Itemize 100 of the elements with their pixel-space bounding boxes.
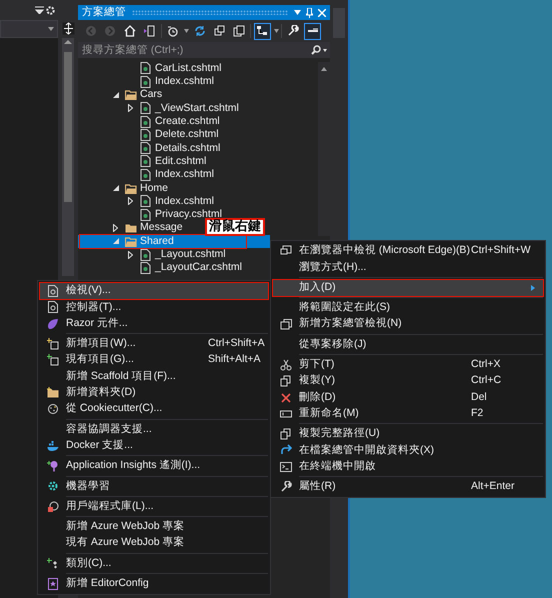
- tree-item[interactable]: CarList.cshtml: [78, 62, 222, 76]
- tree-item[interactable]: Delete.cshtml: [78, 128, 219, 142]
- menu-item[interactable]: 加入(D): [273, 280, 543, 296]
- wrench-icon: [280, 481, 292, 493]
- dropdown-icon[interactable]: [294, 10, 300, 15]
- expanded-icon[interactable]: [112, 185, 118, 192]
- tree-item[interactable]: Index.cshtml: [78, 194, 214, 208]
- existing-item-icon: [47, 354, 59, 366]
- search-field[interactable]: 搜尋方案總管 (Ctrl+;): [78, 42, 330, 58]
- menu-item[interactable]: 刪除(D) Del: [273, 389, 543, 406]
- collapse-icon: [214, 25, 226, 37]
- home-icon: [124, 25, 136, 37]
- menu-item[interactable]: 重新命名(M) F2: [273, 406, 543, 422]
- scrollbar[interactable]: [318, 62, 330, 236]
- forward-icon: [104, 25, 116, 37]
- file-icon: [140, 195, 151, 208]
- menu-item[interactable]: Docker 支援...: [40, 438, 268, 454]
- file-icon: [140, 142, 151, 154]
- settings-icon[interactable]: [46, 6, 56, 14]
- collapsed-icon[interactable]: [113, 224, 118, 232]
- tree-view-button[interactable]: [254, 22, 271, 40]
- collapsed-icon[interactable]: [128, 250, 133, 259]
- menu-item[interactable]: 複製完整路徑(U): [273, 426, 543, 442]
- tree-item[interactable]: Index.cshtml: [78, 75, 214, 88]
- scroll-thumb[interactable]: [64, 52, 72, 202]
- file-icon: [140, 102, 151, 114]
- preview-button[interactable]: [304, 22, 322, 40]
- terminal-icon: [280, 460, 292, 473]
- menu-item[interactable]: 類別(C)...: [40, 555, 268, 572]
- menu-item[interactable]: 容器協調器支援...: [40, 421, 268, 438]
- file-icon: [47, 285, 59, 298]
- menu-item[interactable]: 現有 Azure WebJob 專案: [40, 535, 268, 552]
- scroll-up-icon[interactable]: [62, 38, 74, 46]
- tree-item[interactable]: Home: [78, 181, 168, 195]
- menu-item[interactable]: 機器學習: [40, 478, 268, 495]
- tree-item[interactable]: Details.cshtml: [78, 142, 220, 155]
- menu-item[interactable]: 新增 Azure WebJob 專案: [40, 518, 268, 536]
- tree-item[interactable]: _ViewStart.cshtml: [78, 102, 239, 115]
- copy-icon: [280, 428, 292, 440]
- file-icon: [140, 262, 151, 274]
- menu-item[interactable]: 剪下(T) Ctrl+X: [273, 356, 543, 374]
- dropdown-field[interactable]: [0, 20, 58, 38]
- menu-item[interactable]: 現有項目(G)... Shift+Alt+A: [40, 352, 268, 368]
- menu-item[interactable]: 檢視(V)...: [40, 283, 268, 300]
- back-icon: [84, 25, 96, 37]
- caret-icon[interactable]: [184, 29, 189, 33]
- tree-item[interactable]: Create.cshtml: [78, 114, 220, 128]
- tree-item[interactable]: _Layout.cshtml: [78, 248, 226, 262]
- file-icon: [140, 248, 151, 261]
- annotation-label: 滑鼠右鍵: [205, 218, 265, 236]
- menu-item[interactable]: 新增 EditorConfig: [40, 576, 268, 592]
- menu-item[interactable]: 從專案移除(J): [273, 336, 543, 353]
- tree-item[interactable]: Index.cshtml: [78, 168, 214, 182]
- search-icon[interactable]: [311, 45, 327, 55]
- caret-icon[interactable]: [274, 29, 278, 33]
- scrollbar[interactable]: [62, 38, 74, 276]
- tree-item[interactable]: Edit.cshtml: [78, 154, 206, 168]
- menu-item[interactable]: 新增方案總管檢視(N): [273, 316, 543, 332]
- lightbulb-icon: [47, 460, 59, 472]
- menu-item[interactable]: 控制器(T)...: [40, 299, 268, 316]
- folder-icon: [124, 182, 136, 194]
- split-icon[interactable]: [62, 22, 74, 35]
- tree-item[interactable]: _LayoutCar.cshtml: [78, 261, 242, 274]
- rename-icon: [280, 408, 292, 420]
- menu-item[interactable]: 瀏覽方式(H)...: [273, 259, 543, 276]
- docker-icon: [47, 440, 59, 452]
- menu-item[interactable]: Razor 元件...: [40, 316, 268, 332]
- menu-item[interactable]: 將範圍設定在此(S): [273, 300, 543, 316]
- window-icon: [280, 318, 292, 330]
- tree-item[interactable]: Cars: [78, 88, 162, 102]
- gear-icon: [47, 480, 59, 492]
- close-icon[interactable]: [318, 8, 326, 16]
- file-icon: [140, 168, 151, 181]
- history-icon: [166, 25, 179, 37]
- razor-icon: [47, 318, 59, 330]
- collapsed-icon[interactable]: [128, 104, 133, 112]
- menu-item[interactable]: 在終端機中開啟: [273, 458, 543, 475]
- menu-item[interactable]: 新增 Scaffold 項目(F)...: [40, 368, 268, 385]
- expanded-icon[interactable]: [112, 92, 118, 98]
- panel-title: 方案總管: [82, 4, 126, 20]
- dropdown-icon[interactable]: [34, 6, 44, 14]
- file-icon: [140, 62, 151, 74]
- menu-item[interactable]: 屬性(R) Alt+Enter: [273, 478, 543, 496]
- menu-item[interactable]: 從 Cookiecutter(C)...: [40, 401, 268, 418]
- file-icon: [47, 301, 59, 314]
- menu-item[interactable]: Application Insights 遙測(I)...: [40, 458, 268, 474]
- collapsed-icon[interactable]: [128, 197, 133, 206]
- menu-item[interactable]: 複製(Y) Ctrl+C: [273, 373, 543, 390]
- caret-icon: [48, 27, 54, 31]
- properties-icon: [287, 25, 300, 37]
- menu-item[interactable]: 在瀏覽器中檢視 (Microsoft Edge)(B)Ctrl+Shift+W: [273, 243, 543, 260]
- pin-icon[interactable]: [306, 8, 313, 18]
- tree-item[interactable]: Message: [78, 221, 183, 235]
- menu-item[interactable]: 新增項目(W)... Ctrl+Shift+A: [40, 336, 268, 352]
- menu-item[interactable]: 新增資料夾(D): [40, 384, 268, 402]
- menu-item[interactable]: 用戶端程式庫(L)...: [40, 498, 268, 515]
- class-icon: [47, 558, 59, 570]
- browser-icon: [280, 245, 292, 258]
- menu-item[interactable]: 在檔案總管中開啟資料夾(X): [273, 442, 543, 459]
- tree-item[interactable]: Shared: [78, 234, 270, 248]
